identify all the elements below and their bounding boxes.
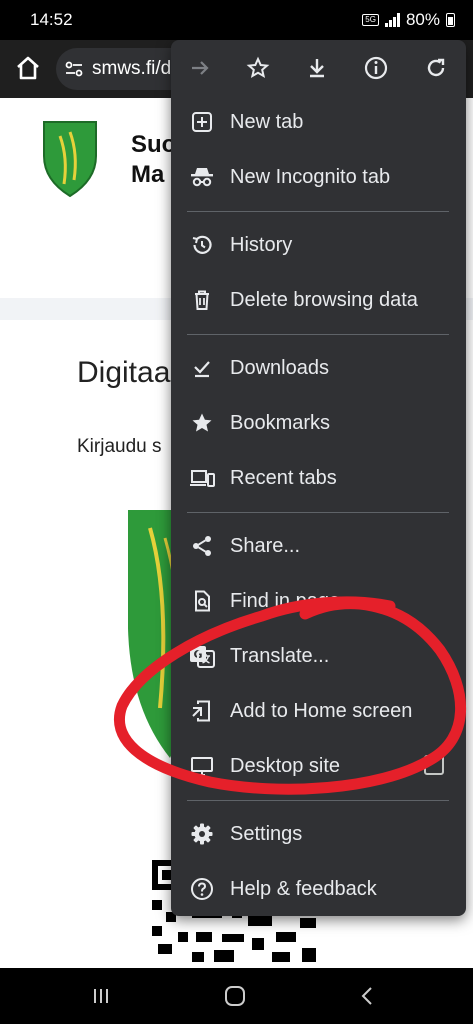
site-name-line-1: Suo <box>131 131 177 158</box>
menu-item-translate[interactable]: G Translate... <box>171 631 466 681</box>
menu-item-history[interactable]: History <box>171 220 466 270</box>
menu-item-new-incognito-tab[interactable]: New Incognito tab <box>171 152 466 202</box>
menu-divider <box>187 512 449 513</box>
new-tab-icon <box>189 109 215 135</box>
menu-item-label: Translate... <box>230 644 330 667</box>
menu-item-add-to-home-screen[interactable]: Add to Home screen <box>171 686 466 736</box>
status-time: 14:52 <box>30 10 73 29</box>
trash-icon <box>189 287 215 313</box>
menu-item-bookmarks[interactable]: Bookmarks <box>171 398 466 448</box>
desktop-site-checkbox[interactable] <box>424 755 444 775</box>
download-icon[interactable] <box>302 53 332 83</box>
menu-divider <box>187 334 449 335</box>
system-nav-bar <box>0 968 473 1024</box>
status-indicators: 5G 80% <box>362 10 455 30</box>
add-to-home-icon <box>189 698 215 724</box>
menu-item-label: Add to Home screen <box>230 699 413 722</box>
url-text: smws.fi/d <box>92 58 172 79</box>
menu-item-share[interactable]: Share... <box>171 521 466 571</box>
menu-item-find-in-page[interactable]: Find in page <box>171 576 466 626</box>
menu-item-label: Recent tabs <box>230 466 337 489</box>
desktop-icon <box>189 753 215 779</box>
forward-icon[interactable] <box>185 53 215 83</box>
menu-item-label: Delete browsing data <box>230 288 418 311</box>
menu-item-label: New tab <box>230 110 304 133</box>
translate-icon: G <box>189 643 215 669</box>
battery-percent: 80% <box>405 10 440 29</box>
menu-item-new-tab[interactable]: New tab <box>171 97 466 147</box>
back-nav-icon[interactable] <box>355 984 381 1008</box>
menu-item-label: Desktop site <box>230 754 341 777</box>
help-icon <box>189 876 215 902</box>
star-icon[interactable] <box>243 53 273 83</box>
menu-divider <box>187 800 449 801</box>
find-in-page-icon <box>189 588 215 614</box>
home-nav-icon[interactable] <box>222 984 248 1008</box>
recent-tabs-icon <box>189 465 215 491</box>
menu-item-label: Find in page <box>230 589 341 612</box>
page-heading: Digitaa <box>77 356 171 389</box>
site-name: Suo Ma <box>131 130 176 190</box>
menu-item-delete-browsing-data[interactable]: Delete browsing data <box>171 275 466 325</box>
page-text: Kirjaudu s <box>77 436 162 457</box>
signal-icon <box>384 13 400 27</box>
network-type-icon: 5G <box>362 14 379 26</box>
site-name-line-2: Ma <box>131 161 165 188</box>
refresh-icon[interactable] <box>421 53 451 83</box>
history-icon <box>189 232 215 258</box>
battery-icon <box>446 13 455 27</box>
info-icon[interactable] <box>361 53 391 83</box>
downloads-icon <box>189 355 215 381</box>
recent-apps-icon[interactable] <box>88 984 114 1008</box>
menu-item-desktop-site[interactable]: Desktop site <box>171 741 466 791</box>
browser-menu: New tab New Incognito tab History Delete… <box>171 40 466 916</box>
incognito-icon <box>189 164 215 190</box>
site-settings-icon[interactable] <box>64 59 84 79</box>
menu-item-label: History <box>230 233 293 256</box>
menu-action-row <box>171 40 466 96</box>
menu-item-label: Downloads <box>230 356 329 379</box>
menu-item-help-feedback[interactable]: Help & feedback <box>171 864 466 914</box>
menu-item-label: Help & feedback <box>230 877 377 900</box>
menu-item-label: Share... <box>230 534 301 557</box>
status-bar: 14:52 5G 80% <box>0 0 473 40</box>
bookmarks-icon <box>189 410 215 436</box>
menu-item-settings[interactable]: Settings <box>171 809 466 859</box>
menu-item-label: New Incognito tab <box>230 165 391 188</box>
home-icon[interactable] <box>14 54 42 82</box>
menu-divider <box>187 211 449 212</box>
share-icon <box>189 533 215 559</box>
menu-item-label: Bookmarks <box>230 411 331 434</box>
menu-item-recent-tabs[interactable]: Recent tabs <box>171 453 466 503</box>
site-logo[interactable] <box>34 118 106 200</box>
settings-icon <box>189 821 215 847</box>
menu-item-label: Settings <box>230 822 303 845</box>
menu-item-downloads[interactable]: Downloads <box>171 343 466 393</box>
